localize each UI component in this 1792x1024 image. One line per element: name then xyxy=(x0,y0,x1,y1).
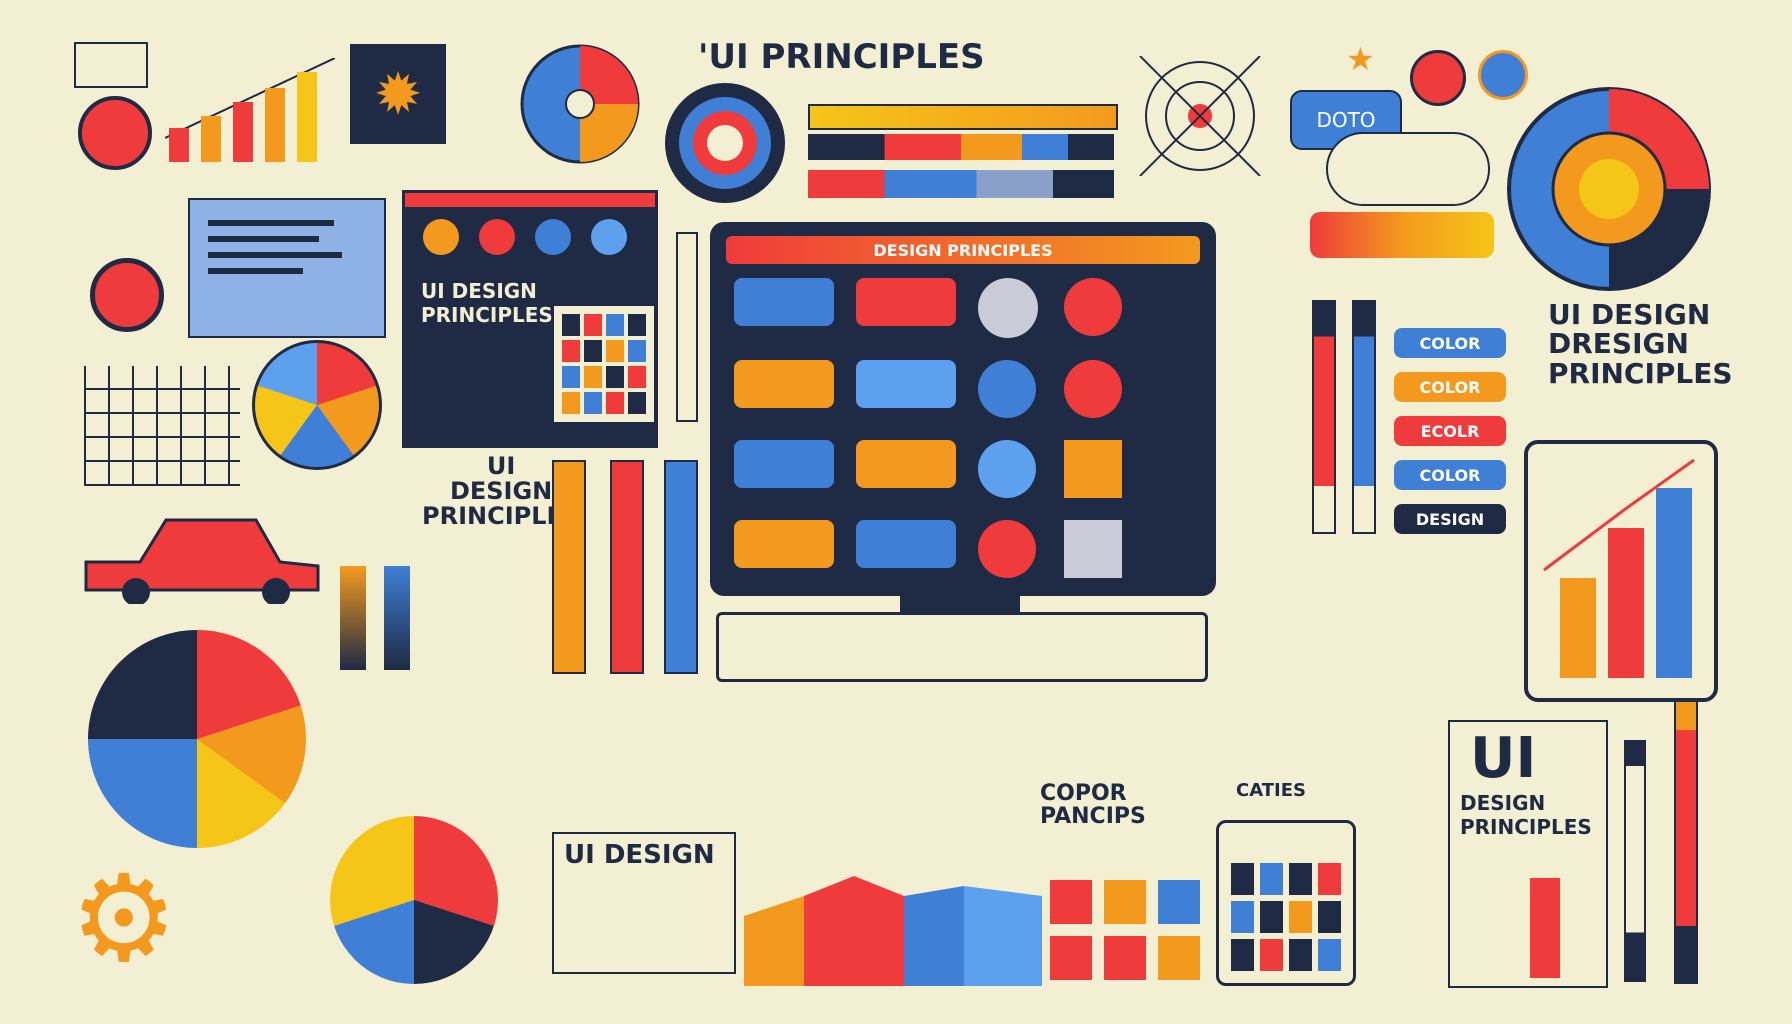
swatch-column-1 xyxy=(340,566,366,670)
marker-red-icon xyxy=(610,460,644,674)
marker-blue-icon xyxy=(664,460,698,674)
gear-icon: ⚙ xyxy=(70,850,178,989)
ui-poster-card[interactable]: UI DESIGN PRINCIPLES xyxy=(1448,720,1608,988)
color-swirl-circle xyxy=(88,630,306,848)
swatch-bar-2 xyxy=(808,134,1114,160)
color-note: COPOR PANCIPS xyxy=(1040,781,1146,830)
gear-tile-icon[interactable]: ✹ xyxy=(350,44,446,144)
target-icon xyxy=(78,96,152,170)
tag-color-4[interactable]: COLOR xyxy=(1394,460,1506,490)
swatch-bar-3 xyxy=(808,170,1114,198)
ui-circle-gray-1[interactable] xyxy=(978,278,1038,338)
ui-button-blue-3[interactable] xyxy=(734,440,834,488)
tag-color-2[interactable]: COLOR xyxy=(1394,372,1506,402)
ui-button-blue-1[interactable] xyxy=(734,278,834,326)
donut-chart-illustration xyxy=(1507,87,1711,291)
ui-button-blue-2[interactable] xyxy=(856,360,956,408)
ui-circle-red-1[interactable] xyxy=(1064,278,1122,336)
window-button-red[interactable] xyxy=(479,219,515,255)
tag-design[interactable]: DESIGN xyxy=(1394,504,1506,534)
ui-button-red-1[interactable] xyxy=(856,278,956,326)
laptop-keyboard xyxy=(716,612,1208,682)
ui-circle-red-3[interactable] xyxy=(978,520,1036,578)
poster-big-text: UI xyxy=(1470,726,1537,791)
target-ring-illustration xyxy=(665,83,785,203)
pen-icon-1 xyxy=(1312,300,1336,534)
window-button-blue[interactable] xyxy=(535,219,571,255)
tag-color-3[interactable]: ECOLR xyxy=(1394,416,1506,446)
main-monitor[interactable]: DESIGN PRINCIPLES xyxy=(710,222,1216,596)
ui-button-blue-4[interactable] xyxy=(856,520,956,568)
palette-wheel-icon xyxy=(252,340,382,470)
window-button-lightblue[interactable] xyxy=(591,219,627,255)
window-button-orange[interactable] xyxy=(423,219,459,255)
speech-bubble-text: DOTO xyxy=(1316,108,1376,132)
bar-chart-illustration xyxy=(165,58,335,162)
ui-button-orange-2[interactable] xyxy=(856,440,956,488)
car-illustration xyxy=(84,518,320,604)
pencil-icon xyxy=(676,232,698,422)
swatch-bar-1 xyxy=(808,104,1118,130)
cloud-banner xyxy=(1310,212,1494,258)
ui-square-orange[interactable] xyxy=(1064,440,1122,498)
ui-design-card[interactable]: UI DESIGN xyxy=(552,832,736,974)
ui-design-card-title: UI DESIGN xyxy=(564,840,715,870)
ui-button-orange-1[interactable] xyxy=(734,360,834,408)
caption-text: CATIES xyxy=(1236,780,1306,801)
tablet-bar-chart xyxy=(1524,440,1718,702)
swatch-squares xyxy=(1050,880,1200,980)
monitor-title-bar: DESIGN PRINCIPLES xyxy=(726,236,1200,264)
document-panel[interactable] xyxy=(188,198,386,338)
pie-wheel-illustration xyxy=(520,44,640,164)
tag-list: COLOR COLOR ECOLR COLOR DESIGN xyxy=(1394,328,1506,534)
tag-color-1[interactable]: COLOR xyxy=(1394,328,1506,358)
ui-circle-red-2[interactable] xyxy=(1064,360,1122,418)
star-icon: ★ xyxy=(1346,40,1375,78)
cloud-icon xyxy=(1326,132,1490,206)
badge-icon xyxy=(1410,50,1466,106)
pencil-icon-2 xyxy=(1624,740,1646,982)
swatch-column-2 xyxy=(384,566,410,670)
palette-grid-card[interactable] xyxy=(552,304,656,424)
pencil-icon-3 xyxy=(1674,700,1698,984)
ui-button-orange-3[interactable] xyxy=(734,520,834,568)
area-chart-illustration xyxy=(744,876,1042,986)
image-icon xyxy=(74,42,148,88)
calculator-icon[interactable] xyxy=(1216,820,1356,986)
layout-grid-icon xyxy=(84,366,240,486)
pen-icon-2 xyxy=(1352,300,1376,534)
page-title: 'UI PRINCIPLES xyxy=(698,37,985,77)
poster-sub-text: DESIGN PRINCIPLES xyxy=(1460,791,1592,839)
ui-square-gray[interactable] xyxy=(1064,520,1122,578)
crosshair-icon xyxy=(1139,56,1261,176)
ui-circle-blue-2[interactable] xyxy=(978,440,1036,498)
ui-circle-blue-1[interactable] xyxy=(978,360,1036,418)
color-pie-circle xyxy=(330,816,498,984)
right-heading: UI DESIGN DRESIGN PRINCIPLES xyxy=(1548,298,1733,390)
settings-icon[interactable] xyxy=(90,258,164,332)
monitor-title: DESIGN PRINCIPLES xyxy=(873,240,1053,260)
ruler-icon xyxy=(552,460,586,674)
